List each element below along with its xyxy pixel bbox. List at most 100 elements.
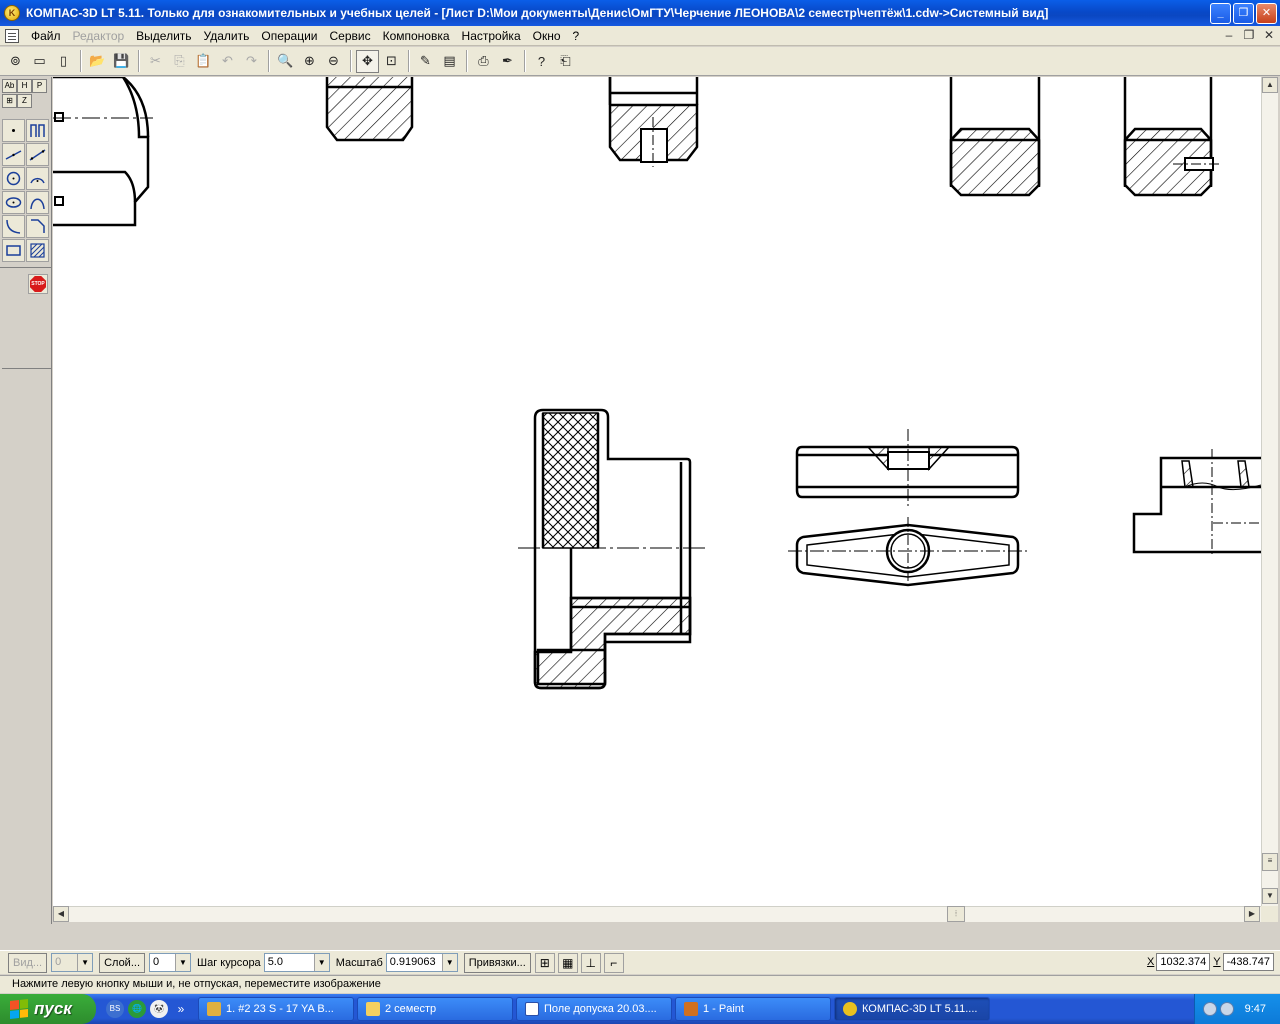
horizontal-scrollbar[interactable]: ◀ ⦙ ▶ bbox=[53, 906, 1261, 922]
menu-select[interactable]: Выделить bbox=[130, 27, 197, 45]
chevron-down-icon[interactable]: ▼ bbox=[313, 954, 329, 971]
cursor-step-select[interactable]: 5.0 ▼ bbox=[263, 953, 330, 972]
clock: 9:47 bbox=[1244, 1003, 1266, 1015]
fillet-tool-icon[interactable] bbox=[2, 215, 25, 238]
zoom-window-icon[interactable]: 🔍 bbox=[274, 50, 297, 73]
arc-tool-icon[interactable] bbox=[26, 167, 49, 190]
menu-help[interactable]: ? bbox=[567, 27, 586, 45]
context-help-icon[interactable]: ? bbox=[530, 50, 553, 73]
tab-dimension-icon[interactable]: H bbox=[17, 79, 32, 93]
minimize-button[interactable]: _ bbox=[1210, 2, 1231, 24]
parallel-segment-tool-icon[interactable] bbox=[26, 143, 49, 166]
segment-tool-icon[interactable] bbox=[2, 143, 25, 166]
pan-icon[interactable]: ✥ bbox=[356, 49, 379, 73]
cut-icon[interactable]: ✂ bbox=[144, 50, 167, 73]
new-fragment-icon[interactable]: ▯ bbox=[52, 50, 75, 73]
vertical-scroll-thumb[interactable]: ≡ bbox=[1262, 853, 1278, 871]
scale-select[interactable]: 0.919063 ▼ bbox=[385, 953, 458, 972]
scroll-up-icon[interactable]: ▲ bbox=[1262, 77, 1278, 93]
menu-bar: Файл Редактор Выделить Удалить Операции … bbox=[0, 26, 1280, 46]
point-tool-icon[interactable] bbox=[2, 119, 25, 142]
doc-minimize-button[interactable]: – bbox=[1222, 28, 1236, 42]
grid-icon[interactable]: ▦ bbox=[557, 952, 578, 973]
drawing-canvas[interactable] bbox=[53, 77, 1261, 906]
zoom-in-icon[interactable]: ⊕ bbox=[298, 50, 321, 73]
chevron-down-icon[interactable]: ▼ bbox=[441, 954, 457, 971]
model-icon[interactable]: ⊚ bbox=[4, 50, 27, 73]
task-button-2[interactable]: 2 семестр bbox=[357, 997, 513, 1021]
ellipse-tool-icon[interactable] bbox=[2, 191, 25, 214]
start-button[interactable]: пуск bbox=[0, 994, 96, 1024]
menu-delete[interactable]: Удалить bbox=[198, 27, 256, 45]
redo-icon[interactable]: ↷ bbox=[240, 50, 263, 73]
open-icon[interactable]: 📂 bbox=[86, 50, 109, 73]
menu-operations[interactable]: Операции bbox=[255, 27, 323, 45]
copy-icon[interactable]: ⎘ bbox=[168, 50, 191, 73]
bs-player-icon[interactable]: BS bbox=[106, 1000, 124, 1018]
title-bar[interactable]: K КОМПАС-3D LT 5.11. Только для ознакоми… bbox=[0, 0, 1280, 26]
tab-edit-icon[interactable]: ⊞ bbox=[2, 94, 17, 108]
browser-icon[interactable]: 🌐 bbox=[128, 1000, 146, 1018]
snaps-button[interactable]: Привязки... bbox=[463, 952, 531, 973]
panda-icon[interactable]: 🐼 bbox=[150, 1000, 168, 1018]
restore-button[interactable]: ❐ bbox=[1233, 2, 1254, 24]
chevron-down-icon[interactable]: ▼ bbox=[77, 954, 93, 971]
new-sheet-icon[interactable]: ▭ bbox=[28, 50, 51, 73]
paste-icon[interactable]: 📋 bbox=[192, 50, 215, 73]
menu-layout[interactable]: Компоновка bbox=[377, 27, 456, 45]
menu-file[interactable]: Файл bbox=[25, 27, 67, 45]
x-coordinate-field[interactable]: 1032.374 bbox=[1156, 953, 1211, 971]
print-icon[interactable]: ✒ bbox=[496, 50, 519, 73]
circle-tool-icon[interactable] bbox=[2, 167, 25, 190]
zoom-out-icon[interactable]: ⊖ bbox=[322, 50, 345, 73]
ortho-icon[interactable]: ⌐ bbox=[603, 952, 624, 973]
tray-volume-icon[interactable] bbox=[1220, 1002, 1234, 1016]
hatch-tool-icon[interactable] bbox=[26, 239, 49, 262]
menu-window[interactable]: Окно bbox=[527, 27, 567, 45]
tab-measure-icon[interactable]: Z bbox=[17, 94, 32, 108]
layer-button[interactable]: Слой... bbox=[99, 952, 145, 973]
fit-view-icon[interactable]: ⊡ bbox=[380, 50, 403, 73]
scroll-down-icon[interactable]: ▼ bbox=[1262, 888, 1278, 904]
close-button[interactable]: ✕ bbox=[1256, 2, 1277, 24]
view-select[interactable]: 0 ▼ bbox=[51, 953, 94, 972]
scroll-left-icon[interactable]: ◀ bbox=[53, 906, 69, 922]
spline-tool-icon[interactable] bbox=[26, 191, 49, 214]
chevron-down-icon[interactable]: ▼ bbox=[175, 954, 190, 971]
task-button-3[interactable]: Поле допуска 20.03.... bbox=[516, 997, 672, 1021]
preview-icon[interactable]: ⎙ bbox=[472, 50, 495, 73]
quick-launch-overflow-icon[interactable]: » bbox=[172, 1000, 190, 1018]
vertical-scrollbar[interactable]: ▲ ≡ ▼ bbox=[1261, 77, 1278, 906]
undo-icon[interactable]: ↶ bbox=[216, 50, 239, 73]
chamfer-tool-icon[interactable] bbox=[26, 215, 49, 238]
y-coordinate-field[interactable]: -438.747 bbox=[1222, 953, 1274, 971]
layer-select[interactable]: 0 ▼ bbox=[149, 953, 191, 972]
coordinates-icon[interactable]: ⊥ bbox=[580, 952, 601, 973]
save-icon[interactable]: 💾 bbox=[110, 50, 133, 73]
scroll-right-icon[interactable]: ▶ bbox=[1244, 906, 1260, 922]
refresh-icon[interactable]: ✎ bbox=[414, 50, 437, 73]
tab-text-icon[interactable]: Ab bbox=[2, 79, 17, 93]
menu-settings[interactable]: Настройка bbox=[456, 27, 527, 45]
properties-icon[interactable]: ▤ bbox=[438, 50, 461, 73]
kompas-logo-icon bbox=[843, 1002, 857, 1016]
task-button-4[interactable]: 1 - Paint bbox=[675, 997, 831, 1021]
tab-param-icon[interactable]: P bbox=[32, 79, 47, 93]
doc-restore-button[interactable]: ❐ bbox=[1242, 28, 1256, 42]
rectangle-tool-icon[interactable] bbox=[2, 239, 25, 262]
menu-service[interactable]: Сервис bbox=[324, 27, 377, 45]
exit-icon[interactable]: ⎗ bbox=[554, 50, 577, 73]
task-button-5[interactable]: КОМПАС-3D LT 5.11.... bbox=[834, 997, 990, 1021]
stop-command-button[interactable]: STOP bbox=[28, 274, 48, 294]
local-cs-icon[interactable]: ⊞ bbox=[534, 952, 555, 973]
task-button-1[interactable]: 1. #2 23 S - 17 YA B... bbox=[198, 997, 354, 1021]
auxiliary-line-tool-icon[interactable] bbox=[26, 119, 49, 142]
task-label: 1 - Paint bbox=[703, 1003, 744, 1015]
document-icon[interactable] bbox=[5, 28, 19, 43]
menu-editor[interactable]: Редактор bbox=[67, 27, 131, 45]
horizontal-scroll-thumb[interactable]: ⦙ bbox=[947, 906, 965, 922]
view-button[interactable]: Вид... bbox=[8, 952, 48, 973]
panel-divider bbox=[0, 267, 52, 268]
doc-close-button[interactable]: ✕ bbox=[1262, 28, 1276, 42]
tray-back-icon[interactable] bbox=[1203, 1002, 1217, 1016]
